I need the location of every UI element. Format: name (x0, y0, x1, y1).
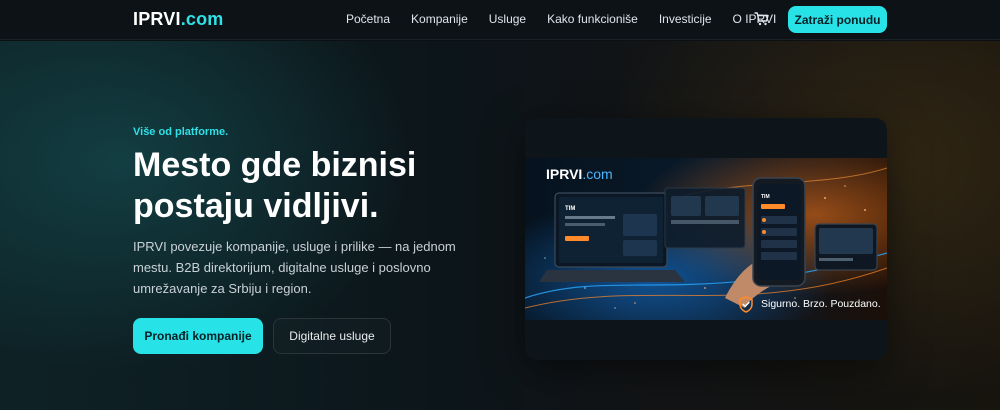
nav-link-usluge[interactable]: Usluge (489, 12, 526, 26)
logo-main: IPRVI (133, 9, 181, 29)
hero-eyebrow: Više od platforme. (133, 126, 229, 138)
navbar: IPRVI.com Početna Kompanije Usluge Kako … (0, 0, 1000, 40)
screen-label: TIM (565, 206, 575, 212)
logo-suffix: .com (180, 9, 224, 29)
nav-link-kompanije[interactable]: Kompanije (411, 12, 468, 26)
showcase-brand: IPRVI.com (546, 166, 613, 182)
showcase-brand-main: IPRVI (546, 166, 583, 182)
showcase-tagline: Sigurno. Brzo. Pouzdano. (761, 298, 881, 310)
showcase-brand-suffix: .com (582, 166, 613, 182)
main-nav: Početna Kompanije Usluge Kako funkcioniš… (346, 12, 797, 26)
showcase-illustration: TIM TIM (525, 158, 887, 320)
hero-description: IPRVI povezuje kompanije, usluge i prili… (133, 239, 456, 296)
nav-link-pocetna[interactable]: Početna (346, 12, 390, 26)
svg-text:TIM: TIM (761, 194, 770, 200)
showcase-card: TIM TIM IPRVI.com Sigurno. Brzo. Pouzdan… (525, 118, 887, 360)
digital-services-button[interactable]: Digitalne usluge (273, 318, 391, 354)
logo[interactable]: IPRVI.com (133, 9, 224, 30)
find-companies-button[interactable]: Pronađi kompanije (133, 318, 263, 354)
cart-icon[interactable] (754, 11, 770, 27)
hero-headline: Mesto gde biznisi postaju vidljivi. (133, 146, 417, 225)
nav-link-kako-funkcionise[interactable]: Kako funkcioniše (547, 12, 638, 26)
request-offer-button[interactable]: Zatraži ponudu (788, 6, 887, 33)
nav-link-investicije[interactable]: Investicije (659, 12, 712, 26)
shield-check-icon (739, 296, 753, 313)
